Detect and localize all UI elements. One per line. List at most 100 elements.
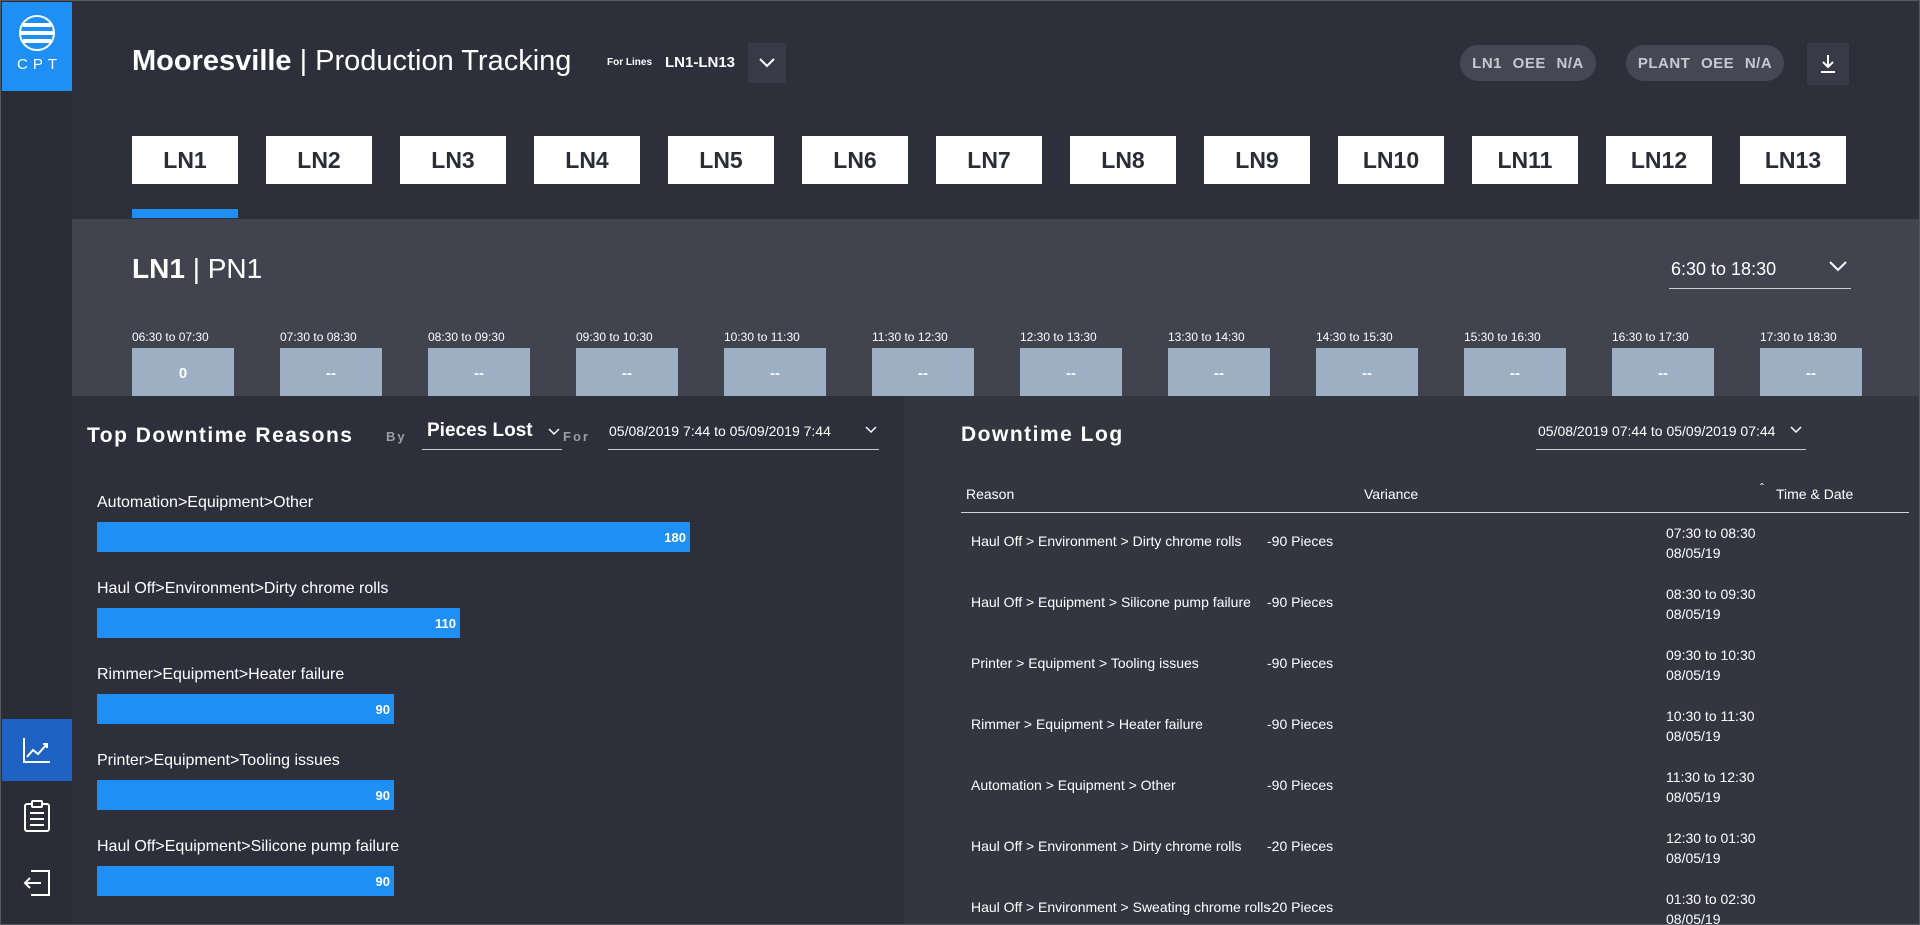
bar[interactable]: 90 bbox=[97, 694, 394, 724]
tab-ln12[interactable]: LN12 bbox=[1606, 136, 1712, 184]
hour-slot-value: -- bbox=[872, 348, 974, 398]
hour-slot[interactable]: 09:30 to 10:30 -- bbox=[576, 330, 678, 398]
hour-slot[interactable]: 12:30 to 13:30 -- bbox=[1020, 330, 1122, 398]
metric-select[interactable]: Pieces Lost bbox=[422, 420, 562, 450]
bar-label: Automation>Equipment>Other bbox=[97, 494, 314, 511]
log-date-range-select[interactable]: 05/08/2019 07:44 to 05/09/2019 07:44 bbox=[1536, 420, 1806, 450]
table-row[interactable]: Haul Off > Environment > Dirty chrome ro… bbox=[961, 523, 1909, 583]
row-date: 08/05/19 bbox=[1666, 911, 1721, 925]
bar-value-label: 180 bbox=[664, 530, 686, 545]
row-variance: -90 Pieces bbox=[1267, 777, 1334, 793]
tab-ln10[interactable]: LN10 bbox=[1338, 136, 1444, 184]
rail-trend-button[interactable] bbox=[2, 719, 72, 781]
bar[interactable]: 110 bbox=[97, 608, 460, 638]
row-date: 08/05/19 bbox=[1666, 667, 1721, 683]
hour-slot[interactable]: 16:30 to 17:30 -- bbox=[1612, 330, 1714, 398]
table-row[interactable]: Haul Off > Environment > Dirty chrome ro… bbox=[961, 828, 1909, 888]
shift-dropdown[interactable]: 6:30 to 18:30 bbox=[1669, 255, 1851, 289]
hour-slot-value: -- bbox=[1464, 348, 1566, 398]
table-row[interactable]: Haul Off > Environment > Sweating chrome… bbox=[961, 889, 1909, 925]
tab-ln2[interactable]: LN2 bbox=[266, 136, 372, 184]
tab-ln4[interactable]: LN4 bbox=[534, 136, 640, 184]
hour-slot-label: 17:30 to 18:30 bbox=[1760, 330, 1837, 344]
hour-slot[interactable]: 14:30 to 15:30 -- bbox=[1316, 330, 1418, 398]
row-time-date: 08:30 to 09:30 08/05/19 bbox=[1666, 584, 1756, 624]
hour-slot[interactable]: 06:30 to 07:30 0 bbox=[132, 330, 234, 398]
chevron-down-icon bbox=[1790, 426, 1802, 434]
metric-value: Pieces Lost bbox=[427, 420, 533, 441]
bar-row: Printer>Equipment>Tooling issues 90 bbox=[97, 752, 877, 810]
bar[interactable]: 90 bbox=[97, 780, 394, 810]
hour-slot[interactable]: 10:30 to 11:30 -- bbox=[724, 330, 826, 398]
table-row[interactable]: Haul Off > Equipment > Silicone pump fai… bbox=[961, 584, 1909, 644]
hour-slot-label: 15:30 to 16:30 bbox=[1464, 330, 1541, 344]
row-time-date: 11:30 to 12:30 08/05/19 bbox=[1666, 767, 1754, 807]
rail-logout-button[interactable] bbox=[2, 852, 72, 914]
tab-ln11[interactable]: LN11 bbox=[1472, 136, 1578, 184]
column-header-reason[interactable]: Reason bbox=[966, 486, 1014, 502]
tab-ln6[interactable]: LN6 bbox=[802, 136, 908, 184]
tab-ln3[interactable]: LN3 bbox=[400, 136, 506, 184]
hour-slot-label: 06:30 to 07:30 bbox=[132, 330, 209, 344]
line-separator: | bbox=[192, 253, 200, 284]
download-button[interactable] bbox=[1807, 43, 1849, 85]
bar-track: 90 bbox=[97, 780, 822, 810]
row-date: 08/05/19 bbox=[1666, 728, 1721, 744]
row-variance: -20 Pieces bbox=[1267, 899, 1334, 915]
column-header-variance[interactable]: Variance bbox=[1364, 486, 1418, 502]
downtime-log-title: Downtime Log bbox=[961, 423, 1124, 446]
hour-slot-value: -- bbox=[724, 348, 826, 398]
line-title: LN1 | PN1 bbox=[132, 253, 262, 285]
row-date: 08/05/19 bbox=[1666, 789, 1721, 805]
bar[interactable]: 180 bbox=[97, 522, 690, 552]
table-row[interactable]: Printer > Equipment > Tooling issues -90 … bbox=[961, 645, 1909, 705]
logo[interactable]: CPT bbox=[2, 2, 72, 91]
log-date-range: 05/08/2019 07:44 to 05/09/2019 07:44 bbox=[1538, 423, 1776, 439]
sort-ascending-icon[interactable]: ˆ bbox=[1760, 481, 1764, 495]
row-variance: -90 Pieces bbox=[1267, 594, 1334, 610]
chevron-down-icon bbox=[548, 428, 560, 436]
cpt-logo-icon bbox=[19, 15, 55, 51]
header: Mooresville | Production Tracking For Line… bbox=[72, 1, 1919, 219]
page-title: Mooresville | Production Tracking bbox=[132, 45, 571, 78]
tab-ln8[interactable]: LN8 bbox=[1070, 136, 1176, 184]
hour-slot-value: -- bbox=[1316, 348, 1418, 398]
lines-dropdown-button[interactable] bbox=[748, 43, 786, 83]
row-time-date: 09:30 to 10:30 08/05/19 bbox=[1666, 645, 1756, 685]
row-reason: Printer > Equipment > Tooling issues bbox=[971, 655, 1199, 671]
for-lines-label: For Lines bbox=[607, 57, 653, 68]
tab-ln9[interactable]: LN9 bbox=[1204, 136, 1310, 184]
line-oee-badge: LN1 OEE N/A bbox=[1460, 45, 1596, 81]
table-row[interactable]: Rimmer > Equipment > Heater failure -90 P… bbox=[961, 706, 1909, 766]
hour-slot[interactable]: 08:30 to 09:30 -- bbox=[428, 330, 530, 398]
bar-track: 110 bbox=[97, 608, 822, 638]
site-name: Mooresville bbox=[132, 45, 292, 77]
for-label: For bbox=[563, 429, 590, 444]
hour-slot-value: -- bbox=[1612, 348, 1714, 398]
row-time: 12:30 to 01:30 bbox=[1666, 830, 1756, 846]
tab-ln7[interactable]: LN7 bbox=[936, 136, 1042, 184]
hour-slot[interactable]: 11:30 to 12:30 -- bbox=[872, 330, 974, 398]
hour-slot-value: -- bbox=[1020, 348, 1122, 398]
row-variance: -90 Pieces bbox=[1267, 655, 1334, 671]
bar[interactable]: 90 bbox=[97, 866, 394, 896]
row-reason: Haul Off > Equipment > Silicone pump fai… bbox=[971, 594, 1251, 610]
page-name: Production Tracking bbox=[315, 45, 572, 77]
tab-ln5[interactable]: LN5 bbox=[668, 136, 774, 184]
hour-slot[interactable]: 13:30 to 14:30 -- bbox=[1168, 330, 1270, 398]
shift-value: 6:30 to 18:30 bbox=[1671, 259, 1777, 279]
tab-ln13[interactable]: LN13 bbox=[1740, 136, 1846, 184]
rail-clipboard-button[interactable] bbox=[2, 785, 72, 847]
column-header-time[interactable]: Time & Date bbox=[1776, 486, 1853, 502]
hour-slot[interactable]: 17:30 to 18:30 -- bbox=[1760, 330, 1862, 398]
hour-slot[interactable]: 15:30 to 16:30 -- bbox=[1464, 330, 1566, 398]
hour-slot-value: 0 bbox=[132, 348, 234, 398]
bar-value-label: 90 bbox=[375, 788, 390, 803]
reasons-date-range-select[interactable]: 05/08/2019 7:44 to 05/09/2019 7:44 bbox=[608, 420, 879, 450]
row-time: 08:30 to 09:30 bbox=[1666, 586, 1756, 602]
hour-slot-label: 09:30 to 10:30 bbox=[576, 330, 653, 344]
tab-ln1[interactable]: LN1 bbox=[132, 136, 238, 184]
table-row[interactable]: Automation > Equipment > Other -90 Pieces… bbox=[961, 767, 1909, 827]
row-variance: -20 Pieces bbox=[1267, 838, 1334, 854]
hour-slot[interactable]: 07:30 to 08:30 -- bbox=[280, 330, 382, 398]
